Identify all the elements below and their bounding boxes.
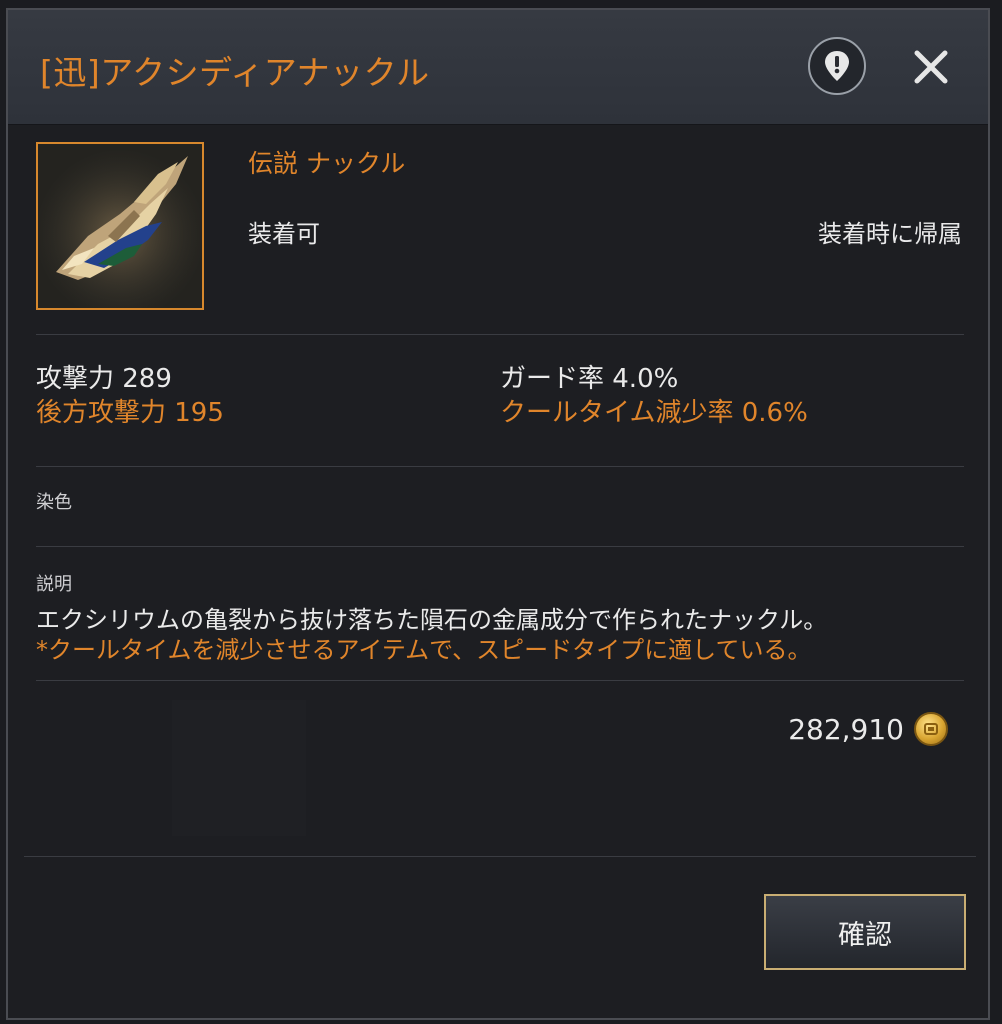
- stat-attack: 攻撃力 289: [36, 364, 172, 394]
- hint-pin-icon: [825, 51, 849, 81]
- price-row: 282,910: [788, 712, 948, 746]
- title-bar: [迅]アクシディアナックル: [8, 10, 988, 125]
- stat-back-attack: 後方攻撃力 195: [36, 398, 224, 428]
- stat-guard-rate: ガード率 4.0%: [500, 364, 679, 394]
- equip-status: 装着可: [248, 220, 320, 248]
- divider: [36, 466, 964, 467]
- gold-coin-icon: [914, 712, 948, 746]
- description-note: *クールタイムを減少させるアイテムで、スピードタイプに適している。: [36, 636, 812, 664]
- divider: [36, 546, 964, 547]
- background-panel: [172, 700, 306, 836]
- close-icon: [914, 50, 948, 84]
- confirm-button[interactable]: 確認: [764, 894, 966, 970]
- knuckle-weapon-icon: [38, 144, 202, 308]
- divider: [24, 856, 976, 857]
- stat-cooldown-reduction: クールタイム減少率 0.6%: [500, 398, 808, 428]
- divider: [36, 334, 964, 335]
- hint-button[interactable]: [808, 37, 866, 95]
- item-title: [迅]アクシディアナックル: [40, 53, 430, 92]
- price-value: 282,910: [788, 712, 904, 746]
- divider: [36, 680, 964, 681]
- description-label: 説明: [36, 574, 72, 595]
- item-detail-window: [迅]アクシディアナックル 伝説 ナックル 装着可 装着時に帰属 攻撃力 289…: [6, 8, 990, 1020]
- item-image-frame: [36, 142, 204, 310]
- close-button[interactable]: [906, 42, 956, 92]
- item-rarity-type: 伝説 ナックル: [248, 149, 406, 178]
- dye-label: 染色: [36, 492, 72, 513]
- bind-status: 装着時に帰属: [818, 220, 962, 248]
